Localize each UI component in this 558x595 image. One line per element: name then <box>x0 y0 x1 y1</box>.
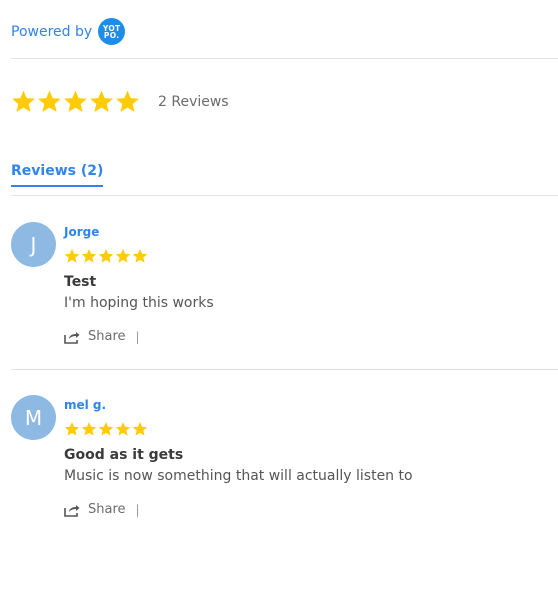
review-actions: Share | <box>64 329 558 344</box>
share-button[interactable]: Share <box>88 329 126 344</box>
share-icon[interactable] <box>64 330 80 344</box>
tabs-divider <box>11 195 558 196</box>
review-body: Music is now something that will actuall… <box>64 468 413 484</box>
star-icon <box>38 90 61 112</box>
star-icon <box>64 422 80 436</box>
star-icon <box>64 90 87 112</box>
share-button[interactable]: Share <box>88 502 126 517</box>
review-star-rating <box>64 421 558 437</box>
share-icon[interactable] <box>64 503 80 517</box>
review-title: Test <box>64 274 97 290</box>
review-count: 2 Reviews <box>158 93 229 110</box>
star-icon <box>116 90 139 112</box>
star-icon <box>98 249 114 263</box>
star-icon <box>115 422 131 436</box>
star-icon <box>64 249 80 263</box>
review-body: I'm hoping this works <box>64 295 214 311</box>
star-icon <box>115 249 131 263</box>
review-content: mel g. Good as it gets Music is now some… <box>64 395 558 517</box>
action-separator: | <box>135 502 140 517</box>
tab-reviews[interactable]: Reviews (2) <box>11 163 104 187</box>
yotpo-logo: YOT PO. <box>98 18 126 45</box>
star-icon <box>12 90 35 112</box>
review-author: Jorge <box>64 225 100 239</box>
powered-by-label: Powered by <box>11 23 93 40</box>
star-icon <box>81 249 97 263</box>
avatar: J <box>11 222 56 267</box>
powered-by-yotpo-link[interactable]: Powered by YOT PO. <box>11 18 126 45</box>
star-icon <box>98 422 114 436</box>
review-divider <box>11 369 558 370</box>
star-icon <box>81 422 97 436</box>
yotpo-logo-line2: PO. <box>103 30 120 40</box>
star-icon <box>90 90 113 112</box>
review-content: Jorge Test I'm hoping this works Share | <box>64 222 558 344</box>
star-icon <box>132 422 148 436</box>
review-author: mel g. <box>64 398 107 412</box>
review-star-rating <box>64 248 558 264</box>
review-actions: Share | <box>64 502 558 517</box>
action-separator: | <box>135 329 140 344</box>
star-icon <box>132 249 148 263</box>
avatar: M <box>11 395 56 440</box>
header-divider <box>11 58 558 59</box>
summary-star-rating <box>11 89 140 114</box>
review-title: Good as it gets <box>64 447 184 463</box>
rating-summary: 2 Reviews <box>11 89 229 114</box>
